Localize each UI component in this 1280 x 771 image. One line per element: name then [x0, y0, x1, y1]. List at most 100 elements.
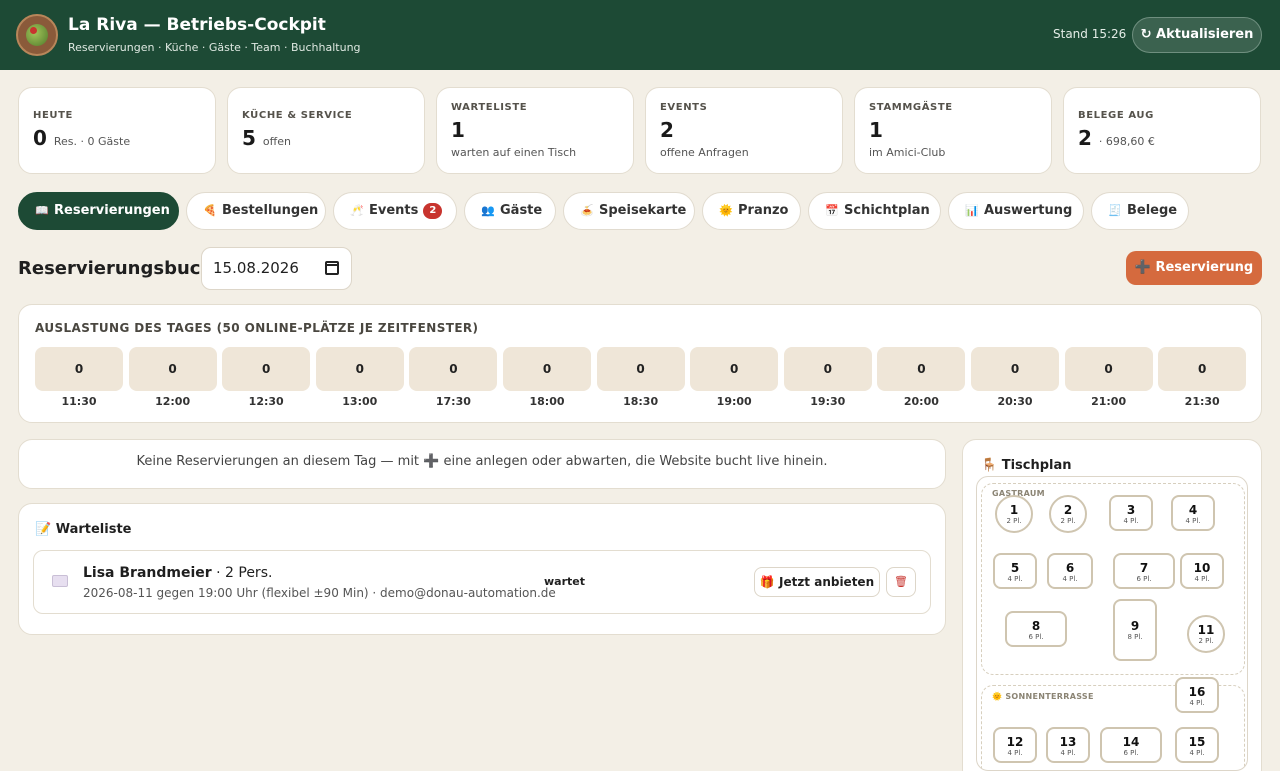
kpi-value: 1	[451, 118, 465, 142]
table-10[interactable]: 10 4 Pl.	[1180, 553, 1224, 589]
table-number: 2	[1063, 503, 1073, 517]
table-5[interactable]: 54 Pl.	[993, 553, 1037, 589]
table-12[interactable]: 12 4 Pl.	[993, 727, 1037, 763]
kpi-card-warteliste: WARTELISTE 1 warten auf einen Tisch	[436, 87, 634, 174]
tab-auswertung[interactable]: 📊 Auswertung	[948, 192, 1084, 230]
table-seats: 6 Pl.	[1136, 575, 1152, 583]
events-count-badge: 2	[423, 203, 443, 219]
time-slot-label: 20:00	[903, 395, 939, 408]
kpi-card-kueche: KÜCHE & SERVICE 5 offen	[227, 87, 425, 174]
table-seats: 2 Pl.	[1060, 517, 1076, 525]
time-slot-count: 0	[877, 347, 966, 391]
table-15[interactable]: 15 4 Pl.	[1175, 727, 1219, 763]
kpi-sub: warten auf einen Tisch	[451, 146, 577, 159]
kpi-sub: offene Anfragen	[660, 146, 749, 159]
kpi-sub: im Amici-Club	[869, 146, 946, 159]
table-number: 1	[1009, 503, 1019, 517]
table-seats: 8 Pl.	[1127, 633, 1143, 641]
last-update-time: Stand 15:26	[1053, 27, 1127, 41]
tab-pranzo[interactable]: 🌞 Pranzo	[702, 192, 801, 230]
table-number: 3	[1126, 503, 1136, 517]
time-slot-count: 0	[35, 347, 123, 391]
app-header: La Riva — Betriebs-Cockpit Reservierunge…	[0, 0, 1280, 70]
time-slot-count: 0	[1064, 347, 1153, 391]
time-slot-count: 0	[315, 347, 404, 391]
waitlist-title: 📝 Warteliste	[35, 522, 132, 537]
table-number: 7	[1139, 561, 1149, 575]
tab-bestellungen[interactable]: 🍕 Bestellungen	[186, 192, 326, 230]
kpi-value: 2	[660, 118, 674, 142]
time-slot-label: 12:30	[248, 395, 284, 408]
add-reservation-button[interactable]: ➕ Reservierung	[1126, 251, 1262, 285]
waitlist-entry: Lisa Brandmeier · 2 Pers. 2026-08-11 geg…	[33, 550, 931, 614]
kpi-label: EVENTS	[660, 102, 708, 113]
kpi-card-stammgaeste: STAMMGÄSTE 1 im Amici-Club	[854, 87, 1052, 174]
table-13[interactable]: 13 4 Pl.	[1046, 727, 1090, 763]
floor-plan: GASTRAUM 🌞 SONNENTERRASSE 12 Pl. 2 2 Pl. 3 4…	[976, 476, 1248, 771]
table-1[interactable]: 12 Pl.	[995, 495, 1033, 533]
time-slot-count: 0	[783, 347, 872, 391]
kpi-value: 0 Res. · 0 Gäste	[33, 126, 131, 150]
tab-speisekarte[interactable]: 🍝 Speisekarte	[563, 192, 695, 230]
table-number: 11	[1197, 623, 1215, 637]
table-4[interactable]: 44 Pl.	[1171, 495, 1215, 531]
delete-icon[interactable]: 🗑	[886, 567, 916, 597]
time-slot-label: 18:00	[529, 395, 565, 408]
utilization-panel: AUSLASTUNG DES TAGES (50 ONLINE-PLÄTZE J…	[18, 304, 1262, 423]
table-seats: 4 Pl.	[1189, 699, 1205, 707]
time-slot-count: 0	[128, 347, 217, 391]
tab-schichtplan[interactable]: 📅 Schichtplan	[808, 192, 941, 230]
tab-gaeste[interactable]: 👥 Gäste	[464, 192, 556, 230]
kpi-card-events: EVENTS 2 offene Anfragen	[645, 87, 843, 174]
pasta-icon: 🍝	[580, 204, 594, 217]
waitlist-panel: 📝 Warteliste Lisa Brandmeier · 2 Pers. 2…	[18, 503, 946, 635]
time-slot-count: 0	[690, 347, 779, 391]
time-slot-label: 21:00	[1091, 395, 1127, 408]
tab-reservierungen[interactable]: 📖 Reservierungen	[18, 192, 179, 230]
table-2[interactable]: 22 Pl.	[1049, 495, 1087, 533]
table-seats: 6 Pl.	[1123, 749, 1139, 757]
calendar-icon[interactable]	[325, 261, 339, 275]
time-slot-label: 18:30	[623, 395, 659, 408]
time-slot-count: 0	[971, 347, 1059, 391]
kpi-card-heute: HEUTE 0 Res. · 0 Gäste	[18, 87, 216, 174]
table-7[interactable]: 76 Pl.	[1113, 553, 1175, 589]
table-6[interactable]: 64 Pl.	[1047, 553, 1093, 589]
table-16[interactable]: 16 4 Pl.	[1175, 677, 1219, 713]
table-3[interactable]: 34 Pl.	[1109, 495, 1153, 531]
table-seats: 4 Pl.	[1007, 575, 1023, 583]
zone-label-sonnenterrasse: 🌞 SONNENTERRASSE	[992, 692, 1094, 701]
table-number: 16	[1188, 685, 1206, 699]
table-number: 10	[1193, 561, 1211, 575]
table-number: 5	[1010, 561, 1020, 575]
table-number: 14	[1122, 735, 1140, 749]
time-slot-label: 19:30	[810, 395, 846, 408]
table-9[interactable]: 98 Pl.	[1113, 599, 1157, 661]
time-slot-count: 0	[596, 347, 685, 391]
time-slot-count: 0	[222, 347, 311, 391]
kpi-label: WARTELISTE	[451, 102, 528, 113]
table-8[interactable]: 86 Pl.	[1005, 611, 1067, 647]
date-picker[interactable]: 15.08.2026	[201, 247, 352, 290]
table-number: 4	[1188, 503, 1198, 517]
table-number: 6	[1065, 561, 1075, 575]
kpi-value: 5 offen	[242, 126, 291, 150]
app-title: La Riva — Betriebs-Cockpit	[68, 15, 326, 35]
table-14[interactable]: 14 6 Pl.	[1100, 727, 1162, 763]
table-seats: 4 Pl.	[1060, 749, 1076, 757]
table-seats: 4 Pl.	[1007, 749, 1023, 757]
chart-icon: 📊	[965, 204, 979, 217]
waitlist-status: wartet	[544, 575, 585, 588]
refresh-button[interactable]: ↻ Aktualisieren	[1132, 17, 1262, 53]
time-slot-label: 19:00	[716, 395, 752, 408]
kpi-label: STAMMGÄSTE	[869, 102, 953, 113]
utilization-title: AUSLASTUNG DES TAGES (50 ONLINE-PLÄTZE J…	[35, 321, 479, 335]
tab-events[interactable]: 🥂 Events 2	[333, 192, 457, 230]
time-slot-label: 21:30	[1184, 395, 1220, 408]
table-number: 15	[1188, 735, 1206, 749]
offer-now-button[interactable]: 🎁 Jetzt anbieten	[754, 567, 880, 597]
table-number: 8	[1031, 619, 1041, 633]
tab-belege[interactable]: 🧾 Belege	[1091, 192, 1189, 230]
table-11[interactable]: 11 2 Pl.	[1187, 615, 1225, 653]
time-slot-label: 13:00	[342, 395, 378, 408]
